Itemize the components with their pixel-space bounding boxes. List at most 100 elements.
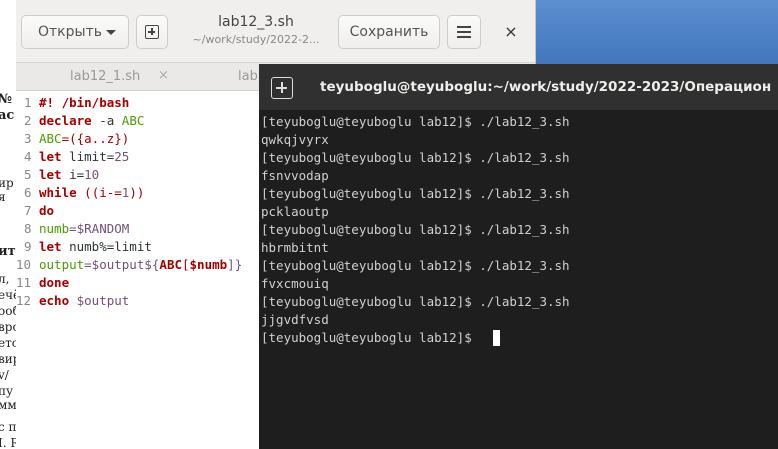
- tab-label: lab12_1.sh: [70, 69, 141, 84]
- line-number: 12: [16, 293, 32, 308]
- hamburger-icon: [457, 26, 471, 38]
- code-variable: $numb: [189, 257, 228, 272]
- text-cursor: [493, 330, 500, 346]
- bg-doc-text: ить: [0, 244, 16, 259]
- line-number: 7: [24, 203, 32, 218]
- menu-button[interactable]: [447, 15, 481, 49]
- line-number: 10: [16, 257, 32, 272]
- bg-doc-text: ето: [0, 336, 16, 350]
- terminal-line: jjgvdfvsd: [261, 312, 329, 327]
- chevron-down-icon: [106, 30, 116, 35]
- terminal-line: [teyuboglu@teyuboglu lab12]$ ./lab12_3.s…: [261, 114, 570, 129]
- terminal-headerbar: teyuboglu@teyuboglu:~/work/study/2022-20…: [259, 64, 778, 110]
- code-line: numb=$RANDOM: [39, 221, 129, 236]
- code-line: #! /bin/bash: [39, 95, 129, 110]
- new-document-button[interactable]: [136, 15, 168, 49]
- close-window-button[interactable]: ×: [500, 20, 522, 42]
- terminal-title: teyuboglu@teyuboglu:~/work/study/2022-20…: [320, 79, 772, 95]
- bg-doc-text: №: [0, 92, 13, 107]
- bg-doc-text: ечё: [0, 288, 16, 302]
- code-line: let i=10: [39, 167, 99, 182]
- code-variable: ABC: [159, 257, 182, 272]
- line-number: 4: [24, 149, 32, 164]
- code-number: 25: [114, 149, 130, 164]
- bg-doc-text: вро: [0, 320, 16, 334]
- bg-doc-text: I. R: [0, 436, 16, 449]
- terminal-line: [teyuboglu@teyuboglu lab12]$ ./lab12_3.s…: [261, 150, 570, 165]
- terminal-line: [teyuboglu@teyuboglu lab12]$ ./lab12_3.s…: [261, 294, 570, 309]
- code-text: limit=: [61, 149, 115, 164]
- terminal-line: hbrmbitnt: [261, 240, 329, 255]
- code-line: echo $output: [39, 293, 129, 308]
- code-keyword: declare: [39, 113, 92, 128]
- save-button[interactable]: Сохранить: [338, 15, 440, 49]
- code-line: let limit=25: [39, 149, 129, 164]
- editor-title-block: lab12_3.sh ~/work/study/2022-2...: [176, 14, 336, 46]
- bg-doc-text: ооб: [0, 304, 16, 318]
- terminal-line: fvxcmouiq: [261, 276, 329, 291]
- code-line: ABC=({a..z}): [39, 131, 129, 146]
- new-tab-icon[interactable]: [271, 77, 293, 99]
- editor-title: lab12_3.sh: [218, 14, 294, 30]
- bg-doc-text: ас: [0, 108, 15, 123]
- code-text: =$output${: [84, 257, 160, 272]
- bg-doc-text: вир: [0, 352, 16, 366]
- code-shebang: #! /bin/bash: [39, 95, 130, 110]
- new-tab-icon: [145, 25, 159, 39]
- code-text: -a: [91, 113, 122, 128]
- bg-doc-text: л,: [0, 272, 10, 286]
- code-text: $output: [69, 293, 130, 308]
- open-button[interactable]: Открыть: [21, 15, 129, 49]
- terminal-line: [teyuboglu@teyuboglu lab12]$ ./lab12_3.s…: [261, 186, 570, 201]
- code-text: [: [182, 257, 190, 272]
- code-line: do: [39, 203, 54, 218]
- tab-lab12-3[interactable]: lab: [238, 69, 258, 84]
- terminal-prompt: [teyuboglu@teyuboglu lab12]$: [261, 330, 480, 345]
- tab-lab12-1[interactable]: lab12_1.sh ×: [16, 63, 216, 91]
- line-number: 2: [24, 113, 32, 128]
- code-text: ((i-=: [76, 185, 122, 200]
- code-variable: output: [39, 257, 85, 272]
- bg-doc-text: ир: [0, 176, 14, 190]
- code-keyword: do: [39, 203, 55, 218]
- bg-doc-text: я: [0, 190, 6, 204]
- code-line: output=$output${ABC[$numb]}: [39, 257, 242, 272]
- code-text: =$RANDOM: [69, 221, 130, 236]
- code-text: i=: [61, 167, 85, 182]
- background-document: № ас ир я ить л, ечё ооб вро ето вир v/ …: [0, 0, 16, 449]
- code-line: done: [39, 275, 69, 290]
- terminal-output[interactable]: [teyuboglu@teyuboglu lab12]$ ./lab12_3.s…: [259, 110, 778, 449]
- desktop-wallpaper: [535, 0, 778, 70]
- line-number: 5: [24, 167, 32, 182]
- open-button-label: Открыть: [38, 24, 102, 40]
- code-keyword: let: [39, 167, 62, 182]
- terminal-line: pcklaoutp: [261, 204, 329, 219]
- code-keyword: while: [39, 185, 77, 200]
- code-text: =({a..z}): [61, 131, 130, 146]
- line-number-gutter: 1 2 3 4 5 6 7 8 9 10 11 12: [16, 92, 37, 449]
- bg-doc-text: с п: [0, 420, 16, 434]
- close-icon: ×: [504, 21, 518, 41]
- bg-doc-text: пу: [0, 384, 14, 398]
- terminal-line: qwkqjvyrx: [261, 132, 329, 147]
- line-number: 9: [24, 239, 32, 254]
- save-button-label: Сохранить: [349, 24, 429, 40]
- code-keyword: echo: [39, 293, 70, 308]
- code-string: ABC: [121, 113, 145, 128]
- line-number: 6: [24, 185, 32, 200]
- code-variable: ABC: [39, 131, 62, 146]
- code-text: numb%=limit: [61, 239, 152, 254]
- code-line: declare -a ABC: [39, 113, 144, 128]
- code-line: let numb%=limit: [39, 239, 152, 254]
- editor-subtitle: ~/work/study/2022-2...: [192, 33, 320, 46]
- terminal-line: [teyuboglu@teyuboglu lab12]$ ./lab12_3.s…: [261, 258, 570, 273]
- code-text: )): [129, 185, 145, 200]
- bg-doc-text: v/: [0, 368, 9, 382]
- line-number: 1: [24, 95, 32, 110]
- code-keyword: let: [39, 239, 62, 254]
- close-icon[interactable]: ×: [158, 68, 169, 83]
- terminal-line: [teyuboglu@teyuboglu lab12]$ ./lab12_3.s…: [261, 222, 570, 237]
- code-variable: numb: [39, 221, 70, 236]
- code-keyword: done: [39, 275, 70, 290]
- code-keyword: let: [39, 149, 62, 164]
